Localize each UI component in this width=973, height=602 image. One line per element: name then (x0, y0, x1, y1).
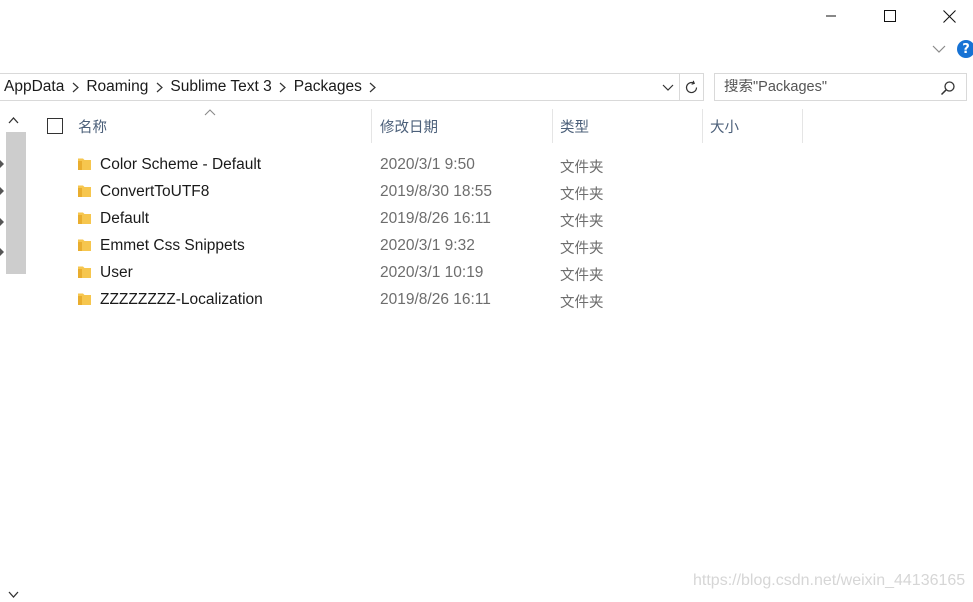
nav-scroll-up-button[interactable] (6, 114, 20, 126)
file-name: ConvertToUTF8 (100, 183, 210, 200)
search-input[interactable] (715, 79, 930, 95)
address-history-dropdown[interactable] (658, 74, 678, 100)
chevron-right-icon (0, 248, 4, 256)
chevron-down-icon (932, 45, 946, 53)
file-name: Color Scheme - Default (100, 156, 262, 173)
folder-icon (78, 185, 91, 197)
file-name: User (100, 264, 133, 281)
chevron-right-icon (0, 218, 4, 226)
chevron-up-icon (8, 116, 18, 123)
folder-icon (78, 293, 91, 305)
column-header-name-label: 名称 (78, 119, 107, 136)
breadcrumb-packages[interactable]: Packages (294, 78, 362, 96)
nav-expand-arrow[interactable] (0, 248, 6, 256)
file-row[interactable]: Emmet Css Snippets 2020/3/1 9:32 文件夹 (28, 233, 808, 260)
folder-icon (78, 239, 91, 251)
title-bar (0, 0, 973, 32)
watermark-text: https://blog.csdn.net/weixin_44136165 (693, 572, 966, 589)
chevron-right-icon (0, 187, 4, 195)
nav-scrollbar-thumb[interactable] (6, 132, 26, 274)
file-row[interactable]: Default 2019/8/26 16:11 文件夹 (28, 206, 808, 233)
chevron-right-icon (156, 82, 163, 92)
minimize-button[interactable] (808, 0, 854, 32)
file-date: 2020/3/1 10:19 (380, 264, 484, 281)
chevron-down-icon (662, 84, 674, 91)
breadcrumb-separator[interactable] (272, 82, 294, 93)
folder-icon (78, 266, 91, 278)
file-type: 文件夹 (560, 295, 604, 311)
folder-icon (78, 158, 91, 170)
column-header-date-label: 修改日期 (380, 119, 438, 136)
file-row[interactable]: ZZZZZZZZ-Localization 2019/8/26 16:11 文件… (28, 287, 808, 314)
close-button[interactable] (926, 0, 972, 32)
file-type: 文件夹 (560, 160, 604, 176)
search-box[interactable] (714, 73, 967, 101)
column-divider[interactable] (802, 109, 803, 143)
chevron-right-icon (0, 160, 4, 168)
ribbon-row (0, 36, 973, 62)
breadcrumb-roaming[interactable]: Roaming (86, 78, 148, 96)
breadcrumb-appdata[interactable]: AppData (0, 78, 64, 96)
file-type: 文件夹 (560, 241, 604, 257)
breadcrumb-separator[interactable] (148, 82, 170, 93)
column-header-size-label: 大小 (710, 119, 739, 136)
file-date: 2019/8/30 18:55 (380, 183, 493, 200)
file-date: 2020/3/1 9:50 (380, 156, 475, 173)
nav-expand-arrow[interactable] (0, 218, 6, 226)
column-divider[interactable] (371, 109, 372, 143)
close-icon (942, 9, 956, 23)
breadcrumb-separator[interactable] (362, 82, 384, 93)
file-name: ZZZZZZZZ-Localization (100, 291, 263, 308)
refresh-icon (685, 80, 698, 93)
file-row[interactable]: Color Scheme - Default 2020/3/1 9:50 文件夹 (28, 152, 808, 179)
navigation-pane (0, 106, 28, 602)
file-row[interactable]: ConvertToUTF8 2019/8/30 18:55 文件夹 (28, 179, 808, 206)
column-divider[interactable] (552, 109, 553, 143)
chevron-right-icon (369, 82, 377, 92)
breadcrumb-sublime-text-3[interactable]: Sublime Text 3 (170, 78, 271, 96)
file-type: 文件夹 (560, 214, 604, 230)
nav-expand-arrow[interactable] (0, 187, 6, 195)
help-button[interactable]: ? (957, 40, 973, 58)
column-header-name[interactable]: 名称 (78, 109, 370, 143)
column-header-type-label: 类型 (560, 119, 589, 136)
column-header-size[interactable]: 大小 (710, 109, 800, 143)
maximize-icon (884, 10, 896, 22)
file-date: 2019/8/26 16:11 (380, 210, 491, 227)
refresh-button[interactable] (680, 73, 704, 101)
nav-scroll-down-button[interactable] (6, 588, 20, 600)
breadcrumb-separator[interactable] (64, 82, 86, 93)
column-header-type[interactable]: 类型 (560, 109, 700, 143)
minimize-icon (826, 15, 836, 17)
chevron-down-icon (8, 591, 18, 598)
expand-ribbon-button[interactable] (930, 40, 948, 58)
chevron-right-icon (279, 82, 287, 92)
file-type: 文件夹 (560, 187, 604, 203)
file-date: 2019/8/26 16:11 (380, 291, 491, 308)
search-icon[interactable] (940, 80, 956, 96)
help-icon: ? (962, 41, 970, 57)
file-type: 文件夹 (560, 268, 604, 284)
file-row[interactable]: User 2020/3/1 10:19 文件夹 (28, 260, 808, 287)
maximize-button[interactable] (867, 0, 913, 32)
file-name: Default (100, 210, 150, 227)
nav-expand-arrow[interactable] (0, 160, 6, 168)
file-name: Emmet Css Snippets (100, 237, 245, 254)
address-bar[interactable]: AppData Roaming Sublime Text 3 Packages (0, 73, 680, 101)
folder-icon (78, 212, 91, 224)
column-divider[interactable] (702, 109, 703, 143)
select-all-checkbox[interactable] (47, 118, 63, 134)
file-date: 2020/3/1 9:32 (380, 237, 475, 254)
column-header-date[interactable]: 修改日期 (380, 109, 550, 143)
chevron-right-icon (72, 82, 79, 92)
